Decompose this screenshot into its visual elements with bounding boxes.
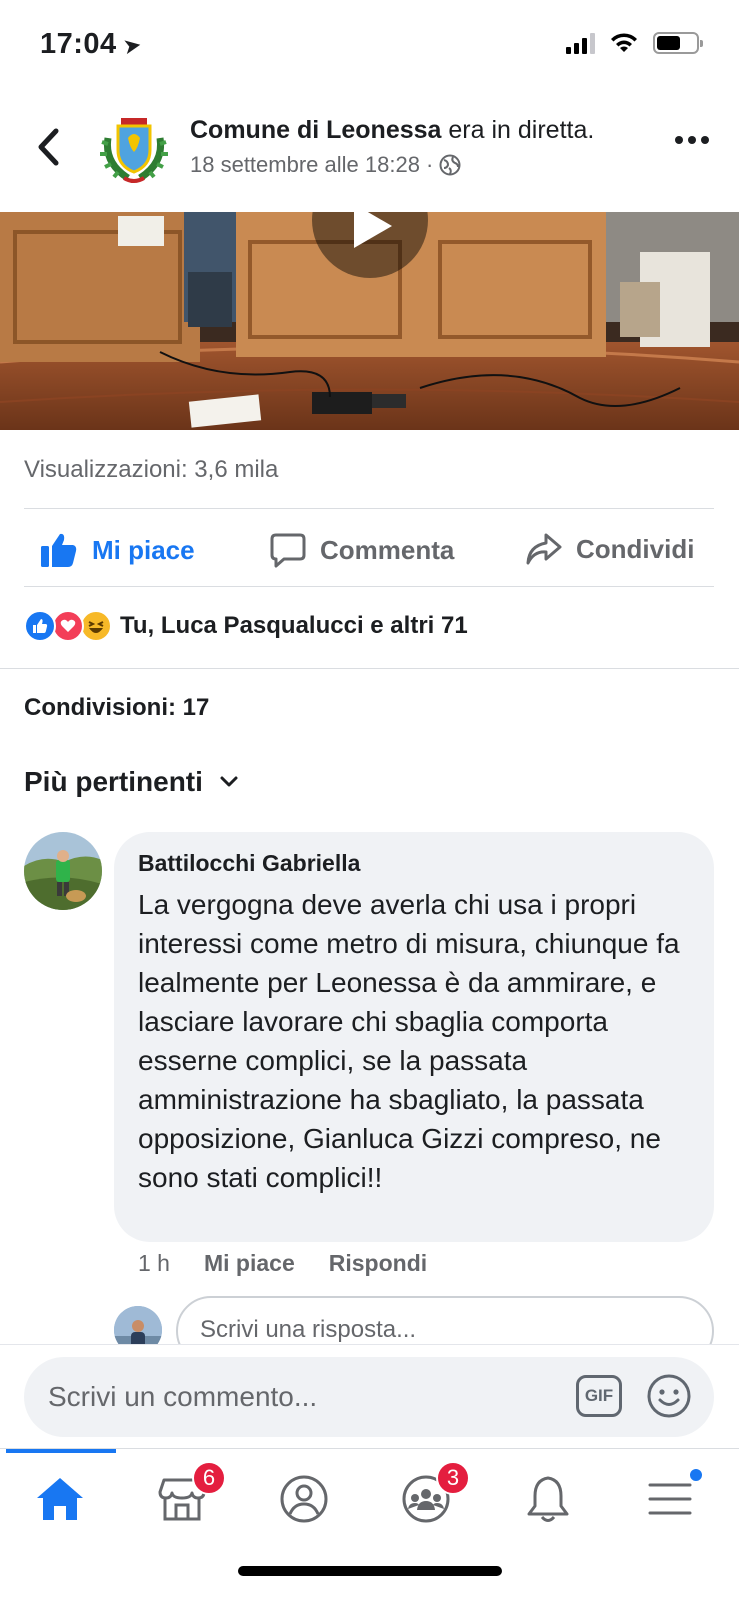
love-reaction-icon [52, 610, 84, 642]
more-options-button[interactable] [675, 136, 709, 144]
share-arrow-icon [526, 533, 562, 565]
comment-text: La vergogna deve averla chi usa i propri… [138, 889, 680, 1193]
like-reaction-icon [24, 610, 56, 642]
bottom-tab-bar: 6 3 [0, 1448, 739, 1600]
like-button[interactable]: Mi piace [40, 532, 195, 568]
tab-menu[interactable] [640, 1467, 704, 1529]
marketplace-badge: 6 [192, 1461, 226, 1495]
smiley-icon [647, 1374, 691, 1418]
home-icon [37, 1478, 83, 1520]
reactions-summary[interactable]: Tu, Luca Pasqualucci e altri 71 [24, 610, 468, 642]
comment-label: Commenta [320, 534, 455, 565]
groups-badge: 3 [436, 1461, 470, 1495]
thumbs-up-icon [41, 533, 77, 567]
comment-placeholder: Scrivi un commento... [48, 1381, 318, 1412]
comment-like-button[interactable]: Mi piace [204, 1250, 295, 1277]
gif-button[interactable]: GIF [576, 1375, 622, 1417]
share-button[interactable]: Condividi [526, 532, 694, 566]
hamburger-menu-icon [648, 1483, 692, 1515]
reply-row: Scrivi una risposta... [114, 1296, 714, 1344]
tab-profile[interactable] [274, 1469, 334, 1529]
divider [24, 586, 714, 587]
back-button[interactable] [30, 126, 66, 168]
status-time: 17:04 ➤ [40, 28, 144, 61]
comment-input[interactable]: Scrivi un commento... GIF [24, 1357, 714, 1437]
status-bar: 17:04 ➤ [0, 0, 739, 90]
profile-icon [280, 1475, 328, 1523]
reply-placeholder: Scrivi una risposta... [200, 1316, 417, 1343]
post-title: Comune di Leonessa era in diretta. [190, 116, 594, 145]
meta-separator: · [425, 152, 434, 177]
emoji-button[interactable] [646, 1373, 692, 1419]
wifi-icon [611, 33, 637, 52]
view-count: Visualizzazioni: 3,6 mila [24, 456, 279, 483]
comment-author[interactable]: Battilocchi Gabriella [138, 850, 690, 877]
comment-time: 1 h [138, 1250, 170, 1276]
like-label: Mi piace [92, 534, 195, 565]
haha-reaction-icon [80, 610, 112, 642]
commenter-avatar[interactable] [24, 832, 102, 910]
comment-sort-dropdown[interactable]: Più pertinenti [24, 766, 239, 798]
globe-icon [439, 154, 461, 176]
chevron-down-icon [220, 776, 238, 787]
home-indicator[interactable] [238, 1566, 502, 1576]
location-arrow-icon: ➤ [120, 31, 144, 60]
post-header: Comune di Leonessa era in diretta. 18 se… [0, 100, 739, 200]
battery-icon [653, 32, 703, 54]
coat-of-arms-icon [95, 109, 173, 187]
tab-notifications[interactable] [518, 1469, 578, 1529]
comment-actions: 1 h Mi piace Rispondi [138, 1250, 427, 1277]
post-action-text: era in diretta. [448, 116, 595, 144]
gif-label: GIF [584, 1386, 614, 1405]
section-divider [0, 668, 739, 669]
comment-composer-bar: Scrivi un commento... GIF [0, 1344, 739, 1448]
comment-button[interactable]: Commenta [270, 532, 454, 568]
tab-home[interactable] [30, 1469, 90, 1529]
comment-reply-button[interactable]: Rispondi [329, 1250, 427, 1277]
user-avatar [114, 1306, 162, 1344]
time-text: 17:04 [40, 28, 117, 60]
page-name-link[interactable]: Comune di Leonessa [190, 116, 441, 144]
comment-bubble-icon [270, 533, 306, 568]
sort-label: Più pertinenti [24, 766, 203, 797]
bell-icon [527, 1476, 569, 1522]
post-action-bar: Mi piace Commenta Condividi [0, 520, 739, 582]
page-avatar[interactable] [94, 108, 174, 188]
live-video-player[interactable] [0, 212, 739, 430]
active-tab-indicator [6, 1449, 116, 1453]
share-count[interactable]: Condivisioni: 17 [24, 694, 209, 722]
reactions-text: Tu, Luca Pasqualucci e altri 71 [120, 612, 468, 639]
share-label: Condividi [576, 533, 695, 564]
comment-bubble[interactable]: Battilocchi Gabriella La vergogna deve a… [114, 832, 714, 1242]
chevron-left-icon [38, 128, 59, 166]
post-meta: 18 settembre alle 18:28 · [190, 152, 461, 178]
tab-groups[interactable]: 3 [396, 1461, 470, 1529]
post-date[interactable]: 18 settembre alle 18:28 [190, 152, 420, 178]
divider [24, 508, 714, 509]
menu-notification-dot [688, 1467, 704, 1483]
cellular-signal-icon [566, 32, 595, 54]
status-icons [566, 32, 703, 54]
reply-input[interactable]: Scrivi una risposta... [176, 1296, 714, 1344]
video-thumbnail [0, 212, 739, 430]
tab-marketplace[interactable]: 6 [152, 1461, 226, 1529]
